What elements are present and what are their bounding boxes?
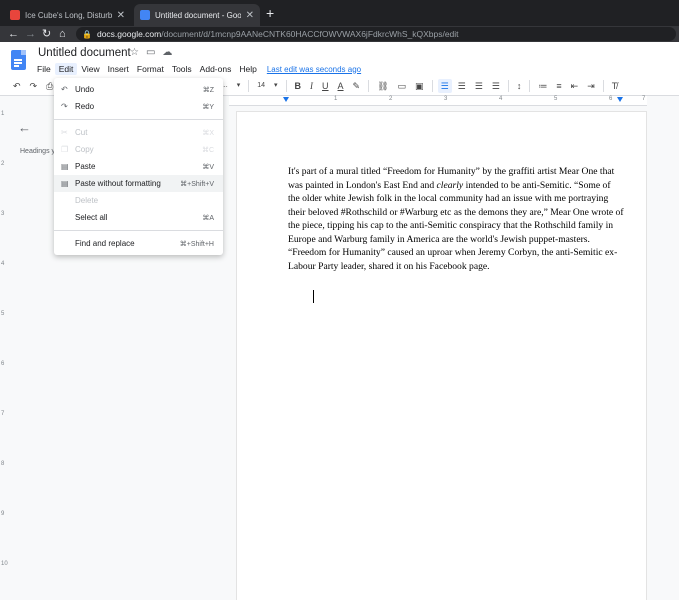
close-tab-icon[interactable]: ✕ — [117, 10, 125, 21]
site-favicon-icon — [10, 10, 20, 20]
chevron-down-icon[interactable]: ▾ — [234, 79, 244, 93]
menu-tools[interactable]: Tools — [168, 63, 196, 75]
url-host: docs.google.com — [96, 29, 162, 39]
menu-item-delete[interactable]: Delete — [54, 192, 223, 209]
menu-addons[interactable]: Add-ons — [196, 63, 236, 75]
menu-item-cut[interactable]: ✂ Cut ⌘X — [54, 124, 223, 141]
bold-button[interactable]: B — [292, 79, 305, 93]
undo-icon: ↶ — [61, 85, 68, 94]
paste-plain-icon: ▤ — [61, 179, 69, 188]
horizontal-ruler: 1 2 3 4 5 6 7 — [229, 96, 647, 106]
back-icon[interactable]: ← — [8, 26, 19, 42]
new-tab-icon[interactable]: + — [266, 5, 274, 21]
tab-title: Ice Cube's Long, Disturbing Hi — [25, 10, 112, 20]
forward-icon[interactable]: → — [25, 26, 36, 42]
menu-item-copy[interactable]: ❐ Copy ⌘C — [54, 141, 223, 158]
document-page[interactable]: It's part of a mural titled “Freedom for… — [237, 112, 646, 600]
edit-menu-dropdown: ↶ Undo ⌘Z ↷ Redo ⌘Y ✂ Cut ⌘X ❐ Copy ⌘C ▤… — [54, 78, 223, 255]
redo-icon: ↷ — [61, 102, 68, 111]
text-cursor — [313, 290, 314, 303]
menu-file[interactable]: File — [33, 63, 55, 75]
vertical-ruler: 1 2 3 4 5 6 7 8 9 10 — [1, 111, 8, 567]
address-bar[interactable]: 🔒 docs.google.com/document/d/1mcnp9AANeC… — [76, 27, 676, 41]
menu-view[interactable]: View — [77, 63, 103, 75]
underline-button[interactable]: U — [319, 79, 332, 93]
bulleted-list-icon[interactable]: ≡ — [553, 79, 564, 93]
menu-item-find-and-replace[interactable]: Find and replace ⌘+Shift+H — [54, 235, 223, 252]
numbered-list-icon[interactable]: ≔ — [535, 79, 550, 93]
align-center-icon[interactable]: ☰ — [455, 79, 469, 93]
text-color-button[interactable]: A — [335, 79, 347, 93]
menu-help[interactable]: Help — [235, 63, 260, 75]
right-indent-marker[interactable] — [617, 97, 623, 102]
decrease-indent-icon[interactable]: ⇤ — [568, 79, 582, 93]
docs-favicon-icon — [140, 10, 150, 20]
menu-item-paste-without-formatting[interactable]: ▤ Paste without formatting ⌘+Shift+V — [54, 175, 223, 192]
docs-logo-icon[interactable] — [11, 50, 26, 70]
font-size-dropdown[interactable]: 14 — [254, 79, 268, 93]
menu-format[interactable]: Format — [133, 63, 168, 75]
italic-button[interactable]: I — [307, 79, 316, 93]
lock-icon: 🔒 — [82, 29, 92, 39]
undo-icon[interactable]: ↶ — [10, 79, 24, 93]
cloud-status-icon[interactable]: ☁ — [162, 47, 172, 58]
url-path: /document/d/1mcnp9AANeCNTK60HACCfOWVWAX6… — [161, 29, 459, 39]
menu-item-paste[interactable]: ▤ Paste ⌘V — [54, 158, 223, 175]
clear-formatting-icon[interactable]: T̸ — [609, 79, 621, 93]
align-right-icon[interactable]: ☰ — [472, 79, 486, 93]
chevron-down-icon[interactable]: ▾ — [271, 79, 281, 93]
align-left-icon[interactable]: ☰ — [437, 79, 452, 93]
browser-tab-untitled-document[interactable]: Untitled document - Google Do ✕ — [134, 4, 260, 26]
image-icon[interactable]: ▣ — [412, 79, 427, 93]
document-title[interactable]: Untitled document — [38, 47, 131, 59]
browser-tab-ice-cube[interactable]: Ice Cube's Long, Disturbing Hi ✕ — [4, 4, 131, 26]
move-folder-icon[interactable]: ▭ — [146, 47, 155, 58]
menu-insert[interactable]: Insert — [104, 63, 133, 75]
home-icon[interactable]: ⌂ — [59, 26, 66, 42]
docs-header: Untitled document ☆ ▭ ☁ File Edit View I… — [0, 42, 679, 77]
star-icon[interactable]: ☆ — [130, 47, 139, 58]
last-edit-link[interactable]: Last edit was seconds ago — [267, 65, 361, 74]
close-tab-icon[interactable]: ✕ — [246, 10, 254, 21]
increase-indent-icon[interactable]: ⇥ — [584, 79, 598, 93]
left-indent-marker[interactable] — [283, 97, 289, 102]
copy-icon: ❐ — [61, 145, 69, 154]
tab-title: Untitled document - Google Do — [155, 10, 241, 20]
highlight-icon[interactable]: ✎ — [350, 79, 364, 93]
link-icon[interactable]: ⛓ — [374, 79, 391, 93]
align-justify-icon[interactable]: ☰ — [489, 79, 503, 93]
document-paragraph[interactable]: It's part of a mural titled “Freedom for… — [288, 165, 624, 273]
docs-menubar: File Edit View Insert Format Tools Add-o… — [33, 63, 361, 75]
menu-item-redo[interactable]: ↷ Redo ⌘Y — [54, 98, 223, 115]
browser-navbar: ← → ↻ ⌂ 🔒 docs.google.com/document/d/1mc… — [0, 26, 679, 42]
menu-item-undo[interactable]: ↶ Undo ⌘Z — [54, 81, 223, 98]
comment-icon[interactable]: ▭ — [395, 79, 410, 93]
reload-icon[interactable]: ↻ — [42, 26, 51, 42]
paste-icon: ▤ — [61, 162, 69, 171]
cut-icon: ✂ — [61, 128, 68, 137]
menu-edit[interactable]: Edit — [54, 63, 78, 75]
redo-icon[interactable]: ↷ — [27, 79, 41, 93]
browser-tabstrip: Ice Cube's Long, Disturbing Hi ✕ Untitle… — [0, 0, 679, 26]
menu-item-select-all[interactable]: Select all ⌘A — [54, 209, 223, 226]
line-spacing-icon[interactable]: ↕ — [514, 79, 525, 93]
close-outline-icon[interactable]: ← — [18, 120, 31, 135]
